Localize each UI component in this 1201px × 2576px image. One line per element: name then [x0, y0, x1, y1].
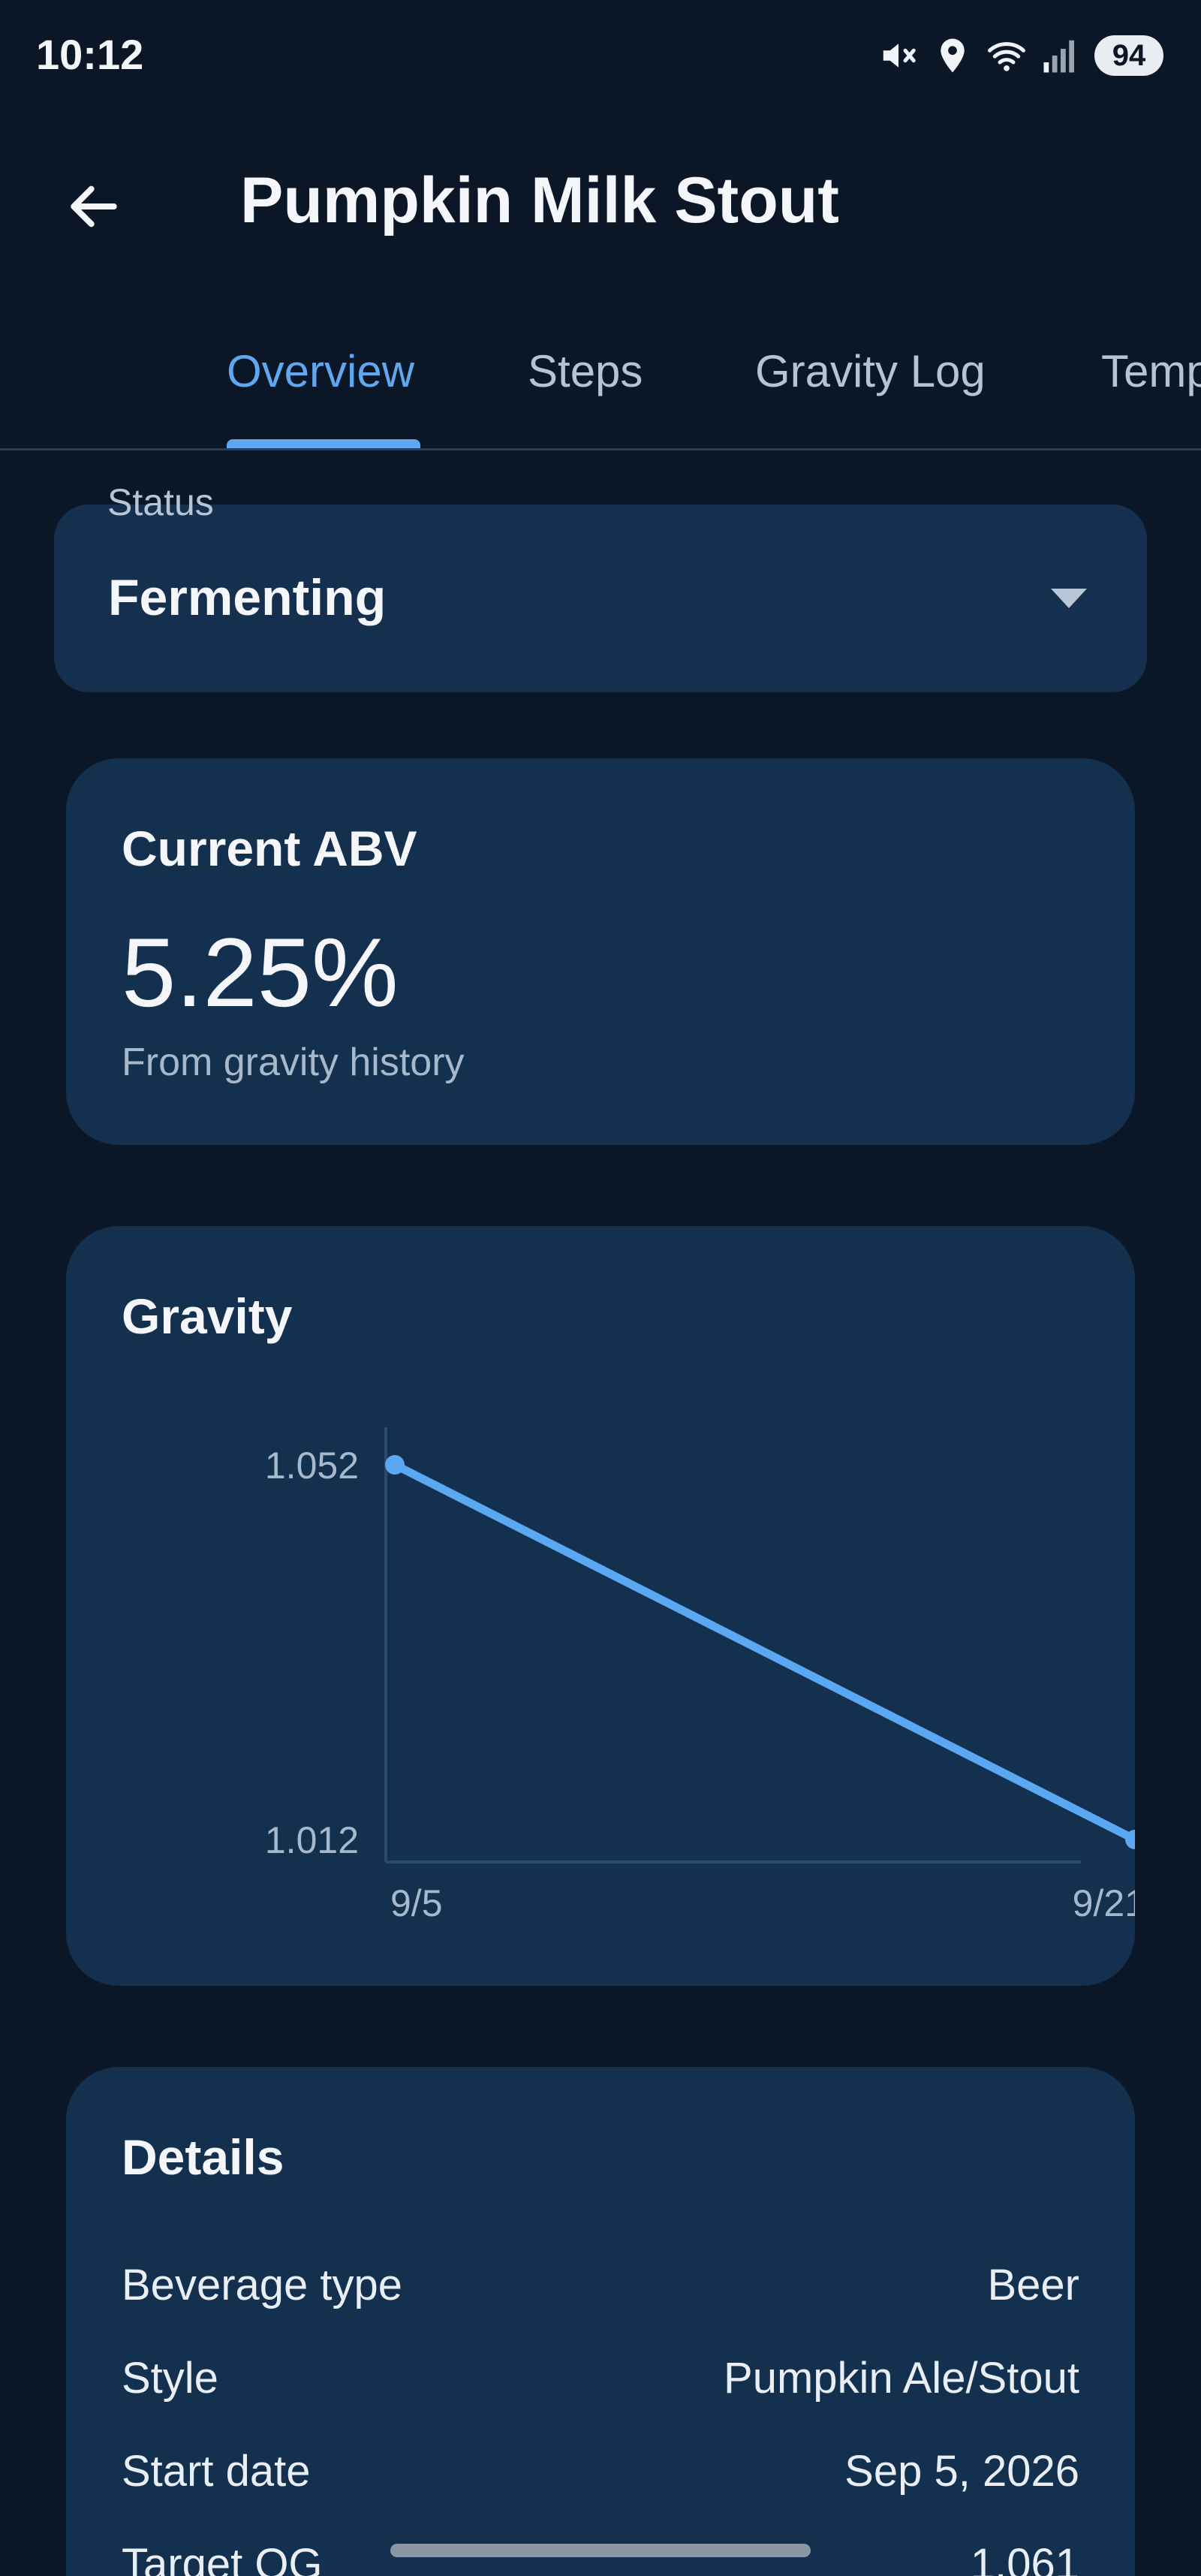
gravity-chart-card: Gravity 1.0521.0129/59/21 — [66, 1226, 1135, 1986]
tab-temp[interactable]: Temp — [1101, 345, 1201, 397]
y-tick-label: 1.052 — [265, 1445, 359, 1487]
detail-label: Beverage type — [122, 2261, 403, 2309]
detail-row-start-date: Start date Sep 5, 2026 — [122, 2446, 1079, 2506]
tab-overview[interactable]: Overview — [227, 345, 414, 397]
detail-row-beverage-type: Beverage type Beer — [122, 2260, 1079, 2320]
battery-icon: 94 — [1094, 35, 1163, 76]
gravity-series-line — [390, 1460, 1135, 1844]
details-card: Details Beverage type Beer Style Pumpkin… — [66, 2067, 1135, 2576]
abv-subtitle: From gravity history — [122, 1041, 465, 1084]
home-indicator[interactable] — [390, 2544, 811, 2557]
signal-icon — [1040, 35, 1081, 76]
tab-steps[interactable]: Steps — [528, 345, 643, 397]
status-time: 10:12 — [36, 31, 144, 78]
app-bar: Pumpkin Milk Stout — [0, 128, 1201, 270]
detail-label: Start date — [122, 2447, 311, 2496]
detail-value: Pumpkin Ale/Stout — [724, 2354, 1079, 2403]
tab-indicator — [227, 439, 420, 448]
abv-value: 5.25% — [122, 917, 399, 1027]
detail-value: 1.061 — [970, 2540, 1079, 2576]
page-title: Pumpkin Milk Stout — [240, 164, 839, 237]
arrow-left-icon — [71, 185, 117, 227]
back-button[interactable] — [53, 165, 135, 248]
detail-value: Beer — [987, 2261, 1079, 2309]
mute-icon — [878, 35, 919, 76]
status-dropdown[interactable]: Fermenting — [54, 505, 1147, 692]
status-bar: 10:12 94 — [0, 0, 1201, 113]
current-abv-card: Current ABV 5.25% From gravity history — [66, 758, 1135, 1145]
batch-overview-screen: 10:12 94 Pumpkin Milk Stout Overview Ste… — [0, 0, 1201, 2576]
wifi-icon — [986, 35, 1027, 76]
dropdown-arrow-icon — [1051, 589, 1087, 608]
location-icon — [932, 35, 973, 76]
tab-gravity-log[interactable]: Gravity Log — [755, 345, 986, 397]
detail-row-style: Style Pumpkin Ale/Stout — [122, 2353, 1079, 2413]
gravity-data-point — [385, 1455, 405, 1475]
status-icons: 94 — [878, 33, 1163, 78]
detail-value: Sep 5, 2026 — [844, 2447, 1079, 2496]
detail-label: Target OG — [122, 2540, 323, 2576]
status-field-label: Status — [107, 481, 214, 523]
details-card-title: Details — [122, 2129, 284, 2185]
x-tick-label: 9/5 — [390, 1882, 443, 1924]
status-value: Fermenting — [108, 569, 387, 626]
detail-label: Style — [122, 2354, 218, 2403]
gravity-chart: 1.052 1.012 9/5 9/21 — [265, 1427, 1135, 1924]
y-tick-label: 1.012 — [265, 1819, 359, 1861]
tab-bar: Overview Steps Gravity Log Temp — [0, 315, 1201, 450]
abv-card-title: Current ABV — [122, 821, 417, 876]
x-tick-label: 9/21 — [1073, 1882, 1135, 1924]
